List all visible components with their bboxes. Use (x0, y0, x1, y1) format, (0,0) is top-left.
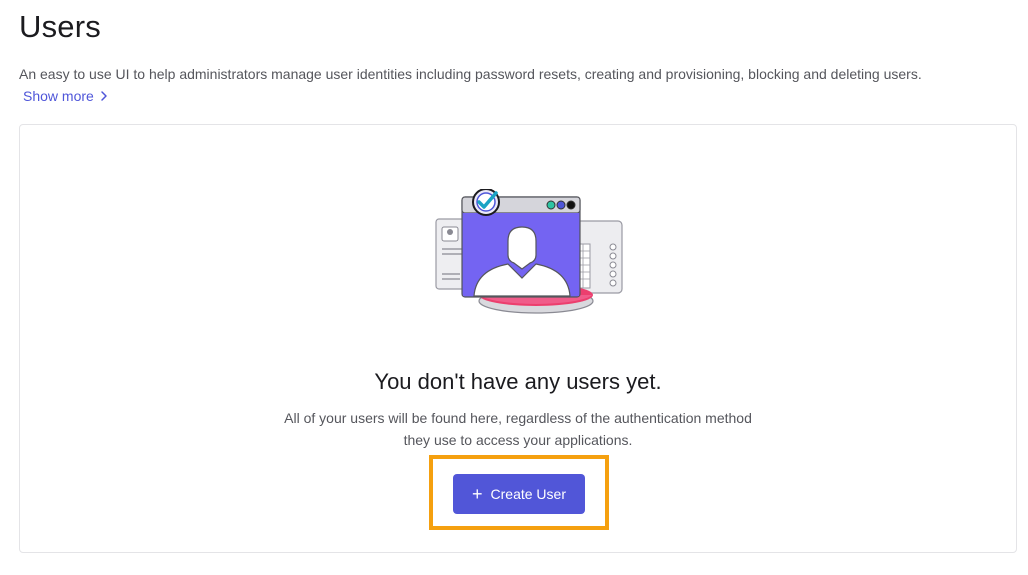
page-description: An easy to use UI to help administrators… (19, 66, 922, 82)
empty-state-card: You don't have any users yet. All of you… (19, 124, 1017, 553)
chevron-right-icon (101, 91, 107, 101)
empty-state-description: All of your users will be found here, re… (284, 410, 752, 448)
plus-icon: + (472, 484, 483, 504)
create-user-button[interactable]: + Create User (453, 474, 585, 514)
user-profile-illustration-icon (435, 189, 623, 314)
page-title: Users (19, 9, 101, 44)
show-more-label: Show more (23, 88, 94, 104)
empty-state-title: You don't have any users yet. (374, 369, 662, 394)
show-more-link[interactable]: Show more (23, 87, 108, 105)
create-user-label: Create User (490, 486, 566, 502)
